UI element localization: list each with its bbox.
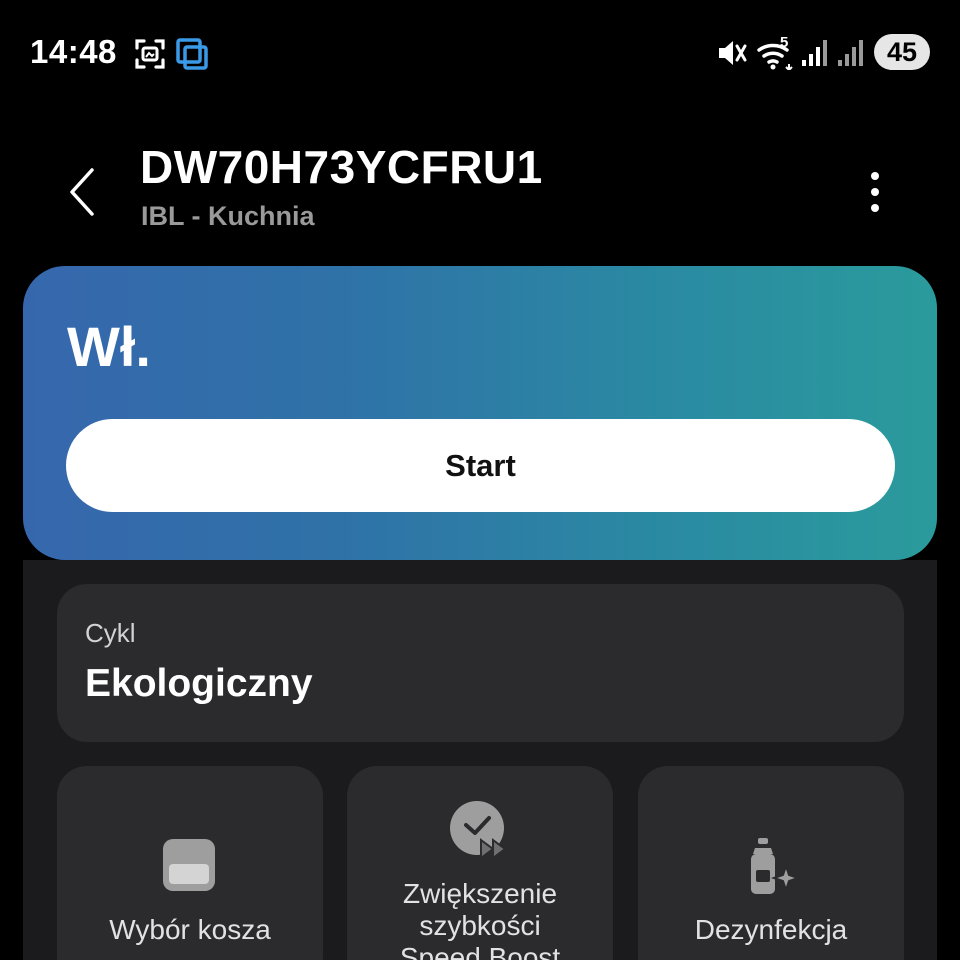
screen: 14:48 5 45 DW70H73YCFRU1 IBL - Kuchnia W…	[0, 0, 960, 960]
device-location: IBL - Kuchnia	[141, 201, 315, 231]
option-sanitize[interactable]: Dezynfekcja	[638, 766, 904, 960]
option-basket-label: Wybór kosza	[109, 914, 271, 945]
option-speed-boost[interactable]: Zwiększenie szybkości Speed Boost	[347, 766, 613, 960]
wifi-icon	[757, 43, 793, 70]
device-title: DW70H73YCFRU1	[140, 141, 543, 193]
screen-capture-icon	[135, 39, 165, 69]
cycle-label: Cykl	[85, 618, 136, 648]
more-options-icon[interactable]	[860, 170, 890, 214]
mute-vibrate-icon	[719, 41, 747, 65]
basket-icon	[163, 839, 215, 891]
status-bar: 14:48 5 45	[0, 0, 960, 104]
screen-mirror-icon	[176, 38, 208, 70]
power-status-card: Wł. Start	[23, 266, 937, 560]
signal-icon	[802, 40, 827, 66]
start-button[interactable]: Start	[66, 419, 895, 512]
sanitize-icon	[751, 838, 800, 894]
battery-indicator: 45	[874, 34, 930, 70]
speed-boost-icon	[450, 801, 507, 860]
option-speed-boost-label: Zwiększenie szybkości Speed Boost	[399, 878, 561, 960]
option-basket-selection[interactable]: Wybór kosza	[57, 766, 323, 960]
power-status: Wł.	[67, 315, 151, 378]
wifi-badge: 5	[780, 34, 789, 51]
signal-icon-secondary	[838, 40, 863, 66]
cycle-value: Ekologiczny	[85, 662, 313, 705]
cycle-card[interactable]: Cykl Ekologiczny	[57, 584, 904, 742]
status-time: 14:48	[30, 33, 117, 70]
back-icon[interactable]	[64, 166, 100, 218]
option-sanitize-label: Dezynfekcja	[694, 914, 848, 945]
